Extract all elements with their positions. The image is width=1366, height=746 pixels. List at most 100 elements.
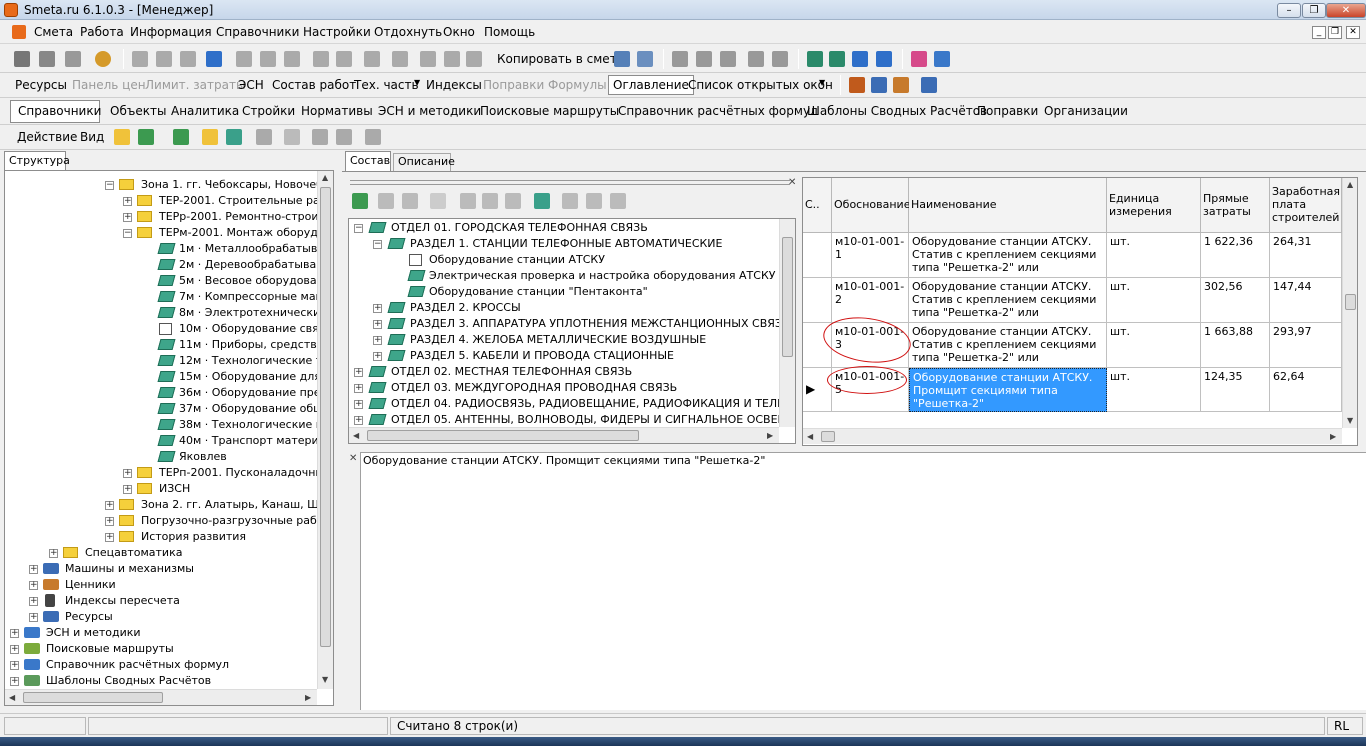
move-top-icon[interactable] <box>829 51 845 67</box>
layout-5-icon[interactable] <box>772 51 788 67</box>
cell-name-selected[interactable]: Оборудование станции АТСКУ. Промщит секц… <box>909 368 1107 412</box>
move-down-icon[interactable] <box>852 51 868 67</box>
books-icon[interactable] <box>911 51 927 67</box>
resources-button[interactable]: Ресурсы <box>15 78 67 92</box>
clipboard-icon[interactable] <box>637 51 653 67</box>
structure-hscroll[interactable]: ◀ ▶ <box>5 689 317 705</box>
tab-formulas-reference[interactable]: Справочник расчётных формул <box>618 104 818 118</box>
row-marker[interactable] <box>803 278 832 323</box>
tree-view-icon[interactable] <box>14 51 30 67</box>
grid-header-name[interactable]: Наименование <box>909 178 1107 233</box>
menu-references[interactable]: Справочники <box>216 25 299 39</box>
tab-organizations[interactable]: Организации <box>1044 104 1128 118</box>
move-up-icon[interactable] <box>807 51 823 67</box>
tab-references[interactable]: Справочники <box>18 104 101 118</box>
app-menu-icon[interactable] <box>12 25 26 39</box>
cell-name[interactable]: Оборудование станции АТСКУ. Статив с кре… <box>909 323 1107 368</box>
open-windows-button[interactable]: Список открытых окон <box>688 78 833 92</box>
cell-direct[interactable]: 1 622,36 <box>1201 233 1270 278</box>
cell-name[interactable]: Оборудование станции АТСКУ. Статив с кре… <box>909 233 1107 278</box>
save-all-icon[interactable] <box>156 51 172 67</box>
indent-icon[interactable] <box>236 51 252 67</box>
properties-icon[interactable] <box>365 129 381 145</box>
tech-part-button[interactable]: Тех. часть <box>354 78 419 92</box>
formulas-button[interactable]: Формулы <box>548 78 607 92</box>
cell-salary[interactable]: 264,31 <box>1270 233 1342 278</box>
row-marker[interactable] <box>803 233 832 278</box>
list-view-icon[interactable] <box>39 51 55 67</box>
tab-esn-methods[interactable]: ЭСН и методики <box>378 104 481 118</box>
mdi-minimize-button[interactable]: _ <box>1312 26 1326 39</box>
cell-unit[interactable]: шт. <box>1107 323 1201 368</box>
cell-unit[interactable]: шт. <box>1107 368 1201 412</box>
grid-vscroll[interactable]: ▲ ▼ <box>1342 178 1357 428</box>
mdi-restore-button[interactable]: ❐ <box>1328 26 1342 39</box>
indexes-button[interactable]: Индексы <box>426 78 482 92</box>
indent-right-icon[interactable] <box>402 193 418 209</box>
limit-costs-button[interactable]: Лимит. затраты <box>145 78 245 92</box>
book-icon[interactable] <box>934 51 950 67</box>
pin-icon[interactable] <box>586 193 602 209</box>
close-description-icon[interactable]: ✕ <box>349 453 357 464</box>
cell-salary[interactable]: 62,64 <box>1270 368 1342 412</box>
tab-normatives[interactable]: Нормативы <box>301 104 373 118</box>
close-button[interactable]: ✕ <box>1326 3 1366 18</box>
description-tab[interactable]: Описание <box>393 153 455 171</box>
truck-icon[interactable] <box>871 77 887 93</box>
add-icon[interactable] <box>466 51 482 67</box>
grid-header-unit[interactable]: Единица измерения <box>1107 178 1201 233</box>
action-menu[interactable]: Действие <box>17 130 77 144</box>
layout-1-icon[interactable] <box>672 51 688 67</box>
grid-hscroll[interactable]: ◀ ▶ <box>803 428 1342 444</box>
cell-direct[interactable]: 302,56 <box>1201 278 1270 323</box>
move-bottom-icon[interactable] <box>876 51 892 67</box>
grid-header-salary[interactable]: Заработная плата строителей <box>1270 178 1342 233</box>
structure-tab[interactable]: Структура <box>4 151 70 171</box>
menu-rest[interactable]: Отдохнуть <box>374 25 442 39</box>
search-icon[interactable] <box>95 51 111 67</box>
composition-tab[interactable]: Состав <box>345 151 391 171</box>
outdent-icon[interactable] <box>260 51 276 67</box>
cell-salary[interactable]: 147,44 <box>1270 278 1342 323</box>
copy-item-icon[interactable] <box>256 129 272 145</box>
menu-work[interactable]: Работа <box>80 25 124 39</box>
cell-code[interactable]: м10-01-001-2 <box>832 278 909 323</box>
tab-summary-templates[interactable]: Шаблоны Сводных Расчётов <box>807 104 987 118</box>
tab-analytics[interactable]: Аналитика <box>171 104 239 118</box>
price-panel-button[interactable]: Панель цен <box>72 78 146 92</box>
delete-item-icon[interactable] <box>284 129 300 145</box>
open-folder-icon[interactable] <box>562 193 578 209</box>
delete-icon[interactable] <box>392 51 408 67</box>
refresh-icon[interactable] <box>206 51 222 67</box>
undo-icon[interactable] <box>180 51 196 67</box>
cell-unit[interactable]: шт. <box>1107 233 1201 278</box>
folder-tree-icon[interactable] <box>138 129 154 145</box>
insert-col-icon[interactable] <box>444 51 460 67</box>
cell-name[interactable]: Оборудование станции АТСКУ. Статив с кре… <box>909 278 1107 323</box>
tab-corrections[interactable]: Поправки <box>977 104 1038 118</box>
view-menu[interactable]: Вид <box>80 130 104 144</box>
move-item-up-icon[interactable] <box>312 129 328 145</box>
up-icon[interactable] <box>460 193 476 209</box>
folder-up-icon[interactable] <box>114 129 130 145</box>
menu-help[interactable]: Помощь <box>484 25 535 39</box>
vehicle-icon[interactable] <box>921 77 937 93</box>
bricks-icon[interactable] <box>893 77 909 93</box>
tab-constructions[interactable]: Стройки <box>242 104 295 118</box>
open-windows-dropdown-icon[interactable]: ▼ <box>819 78 825 87</box>
minimize-button[interactable]: – <box>1277 3 1301 18</box>
description-text[interactable]: Оборудование станции АТСКУ. Промщит секц… <box>360 452 1366 710</box>
mdi-close-button[interactable]: ✕ <box>1346 26 1360 39</box>
current-row-marker[interactable]: ▶ <box>803 368 832 412</box>
layout-2-icon[interactable] <box>696 51 712 67</box>
menu-info[interactable]: Информация <box>130 25 212 39</box>
table-icon[interactable] <box>65 51 81 67</box>
tab-objects[interactable]: Объекты <box>110 104 166 118</box>
cell-direct[interactable]: 1 663,88 <box>1201 323 1270 368</box>
down-icon[interactable] <box>482 193 498 209</box>
book-green-icon[interactable] <box>534 193 550 209</box>
grid-header-code[interactable]: Обоснование <box>832 178 910 233</box>
grid-header-direct[interactable]: Прямые затраты <box>1201 178 1270 233</box>
tab-search-routes[interactable]: Поисковые маршруты <box>480 104 619 118</box>
cell-code[interactable]: м10-01-001-1 <box>832 233 909 278</box>
